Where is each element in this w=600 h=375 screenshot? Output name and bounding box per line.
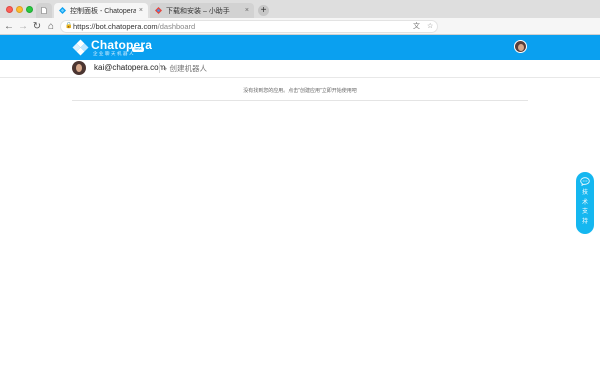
support-label-char: 持 <box>581 218 588 225</box>
header-avatar[interactable] <box>514 40 527 53</box>
create-bot-button[interactable]: + 创建机器人 <box>163 63 207 74</box>
user-bar <box>0 60 600 78</box>
support-label-char: 技 <box>581 190 588 196</box>
app-header: Chatopera 企业聊天机器人 beta <box>0 35 600 60</box>
tab-dashboard[interactable]: 控制面板 - Chatopera - 领先的 × <box>54 3 148 18</box>
divider <box>72 100 528 101</box>
tab-title: 下载和安装 – 小助手 <box>166 7 230 15</box>
new-tab-button[interactable]: + <box>258 5 269 16</box>
close-tab-icon[interactable]: × <box>245 7 249 14</box>
page-icon <box>41 7 47 14</box>
forward-arrow-icon[interactable]: → <box>17 20 29 33</box>
chatopera-logo[interactable]: Chatopera 企业聊天机器人 beta <box>72 38 152 57</box>
tab-download[interactable]: 下载和安装 – 小助手 × <box>150 3 254 18</box>
chatopera-logo-mark <box>72 39 89 56</box>
empty-state-message: 没有找到您的应用。点击"创建应用"立即开始使用吧 <box>243 88 357 94</box>
lock-icon: 🔒 <box>65 23 73 29</box>
beta-badge: beta <box>132 47 144 52</box>
home-icon[interactable]: ⌂ <box>45 20 57 33</box>
divider <box>159 63 160 73</box>
user-email[interactable]: kai@chatopera.com <box>94 63 165 72</box>
chat-bubble-icon <box>580 177 590 186</box>
support-button[interactable]: 技 术 支 持 <box>576 172 594 234</box>
support-label-char: 支 <box>581 209 588 215</box>
url-host: https://bot.chatopera.com <box>73 22 158 31</box>
chatopera-favicon <box>155 7 162 14</box>
close-window-button[interactable] <box>6 6 13 13</box>
translate-icon[interactable]: 文 <box>413 21 420 32</box>
close-tab-icon[interactable]: × <box>139 7 143 14</box>
avatar[interactable] <box>72 61 86 75</box>
tab-pinned[interactable] <box>36 3 52 18</box>
address-bar[interactable]: 🔒 https://bot.chatopera.com/dashboard 文 … <box>60 20 438 33</box>
minimize-window-button[interactable] <box>16 6 23 13</box>
bookmark-star-icon[interactable]: ☆ <box>427 21 433 32</box>
support-label: 技 术 支 持 <box>576 189 594 227</box>
reload-icon[interactable]: ↻ <box>31 20 43 33</box>
tab-title: 控制面板 - Chatopera - 领先的 <box>70 7 136 15</box>
url-path: /dashboard <box>157 22 196 31</box>
browser-tab-bar: 控制面板 - Chatopera - 领先的 × 下载和安装 – 小助手 × + <box>0 0 600 18</box>
brand-tagline: 企业聊天机器人 <box>93 51 135 56</box>
maximize-window-button[interactable] <box>26 6 33 13</box>
back-arrow-icon[interactable]: ← <box>3 20 15 33</box>
chatopera-favicon <box>59 7 66 14</box>
browser-toolbar: ← → ↻ ⌂ 🔒 https://bot.chatopera.com/dash… <box>0 18 600 48</box>
support-label-char: 术 <box>581 199 588 206</box>
